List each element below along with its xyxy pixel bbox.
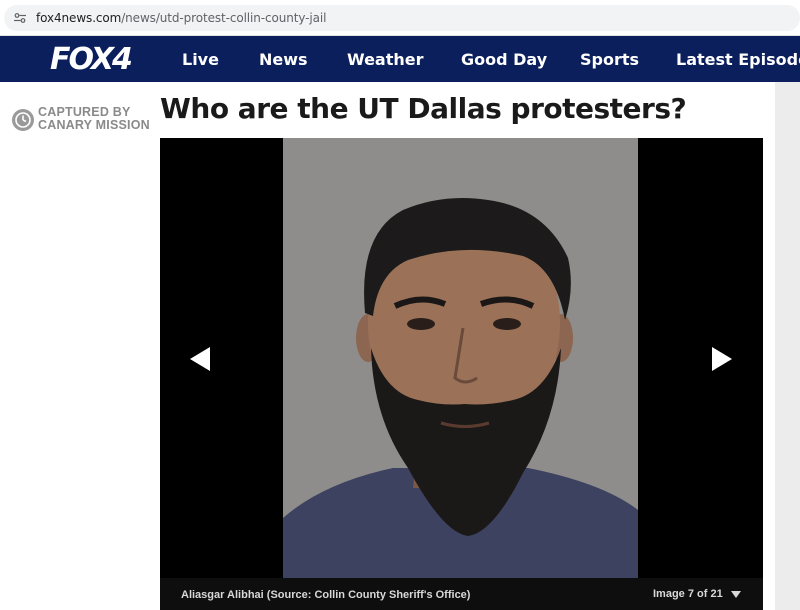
watermark-line-2: CANARY MISSION [38, 118, 150, 132]
gallery-caption-bar: Aliasgar Alibhai (Source: Collin County … [160, 578, 763, 610]
site-settings-icon[interactable] [14, 13, 26, 23]
fox4-logo[interactable]: FOX4 [50, 42, 133, 77]
site-nav: FOX4 Live News Weather Good Day Sports L… [0, 36, 800, 82]
browser-address-bar: fox4news.com/news/utd-protest-collin-cou… [0, 0, 800, 36]
url-text: fox4news.com/news/utd-protest-collin-cou… [36, 11, 326, 25]
watermark-text: CAPTURED BY CANARY MISSION [38, 106, 150, 132]
photo-gallery: Aliasgar Alibhai (Source: Collin County … [160, 138, 763, 610]
gallery-photo [283, 138, 638, 578]
image-counter: Image 7 of 21 [653, 588, 723, 600]
article-headline: Who are the UT Dallas protesters? [160, 92, 687, 125]
right-sidebar-strip [775, 82, 800, 610]
canary-mission-watermark: CAPTURED BY CANARY MISSION [12, 106, 152, 136]
url-host: fox4news.com [36, 11, 122, 25]
chevron-down-icon[interactable] [731, 591, 741, 598]
nav-item-weather[interactable]: Weather [347, 50, 424, 69]
nav-item-live[interactable]: Live [182, 50, 219, 69]
nav-item-latest-episodes[interactable]: Latest Episodes [676, 50, 800, 69]
nav-item-news[interactable]: News [259, 50, 308, 69]
url-field[interactable]: fox4news.com/news/utd-protest-collin-cou… [4, 5, 800, 31]
nav-item-sports[interactable]: Sports [580, 50, 639, 69]
url-path: /news/utd-protest-collin-county-jail [121, 11, 327, 25]
photo-caption: Aliasgar Alibhai (Source: Collin County … [181, 589, 471, 601]
gallery-next-arrow-icon[interactable] [710, 346, 734, 372]
gallery-prev-arrow-icon[interactable] [188, 346, 212, 372]
clock-icon [12, 109, 34, 131]
nav-item-good-day[interactable]: Good Day [461, 50, 547, 69]
